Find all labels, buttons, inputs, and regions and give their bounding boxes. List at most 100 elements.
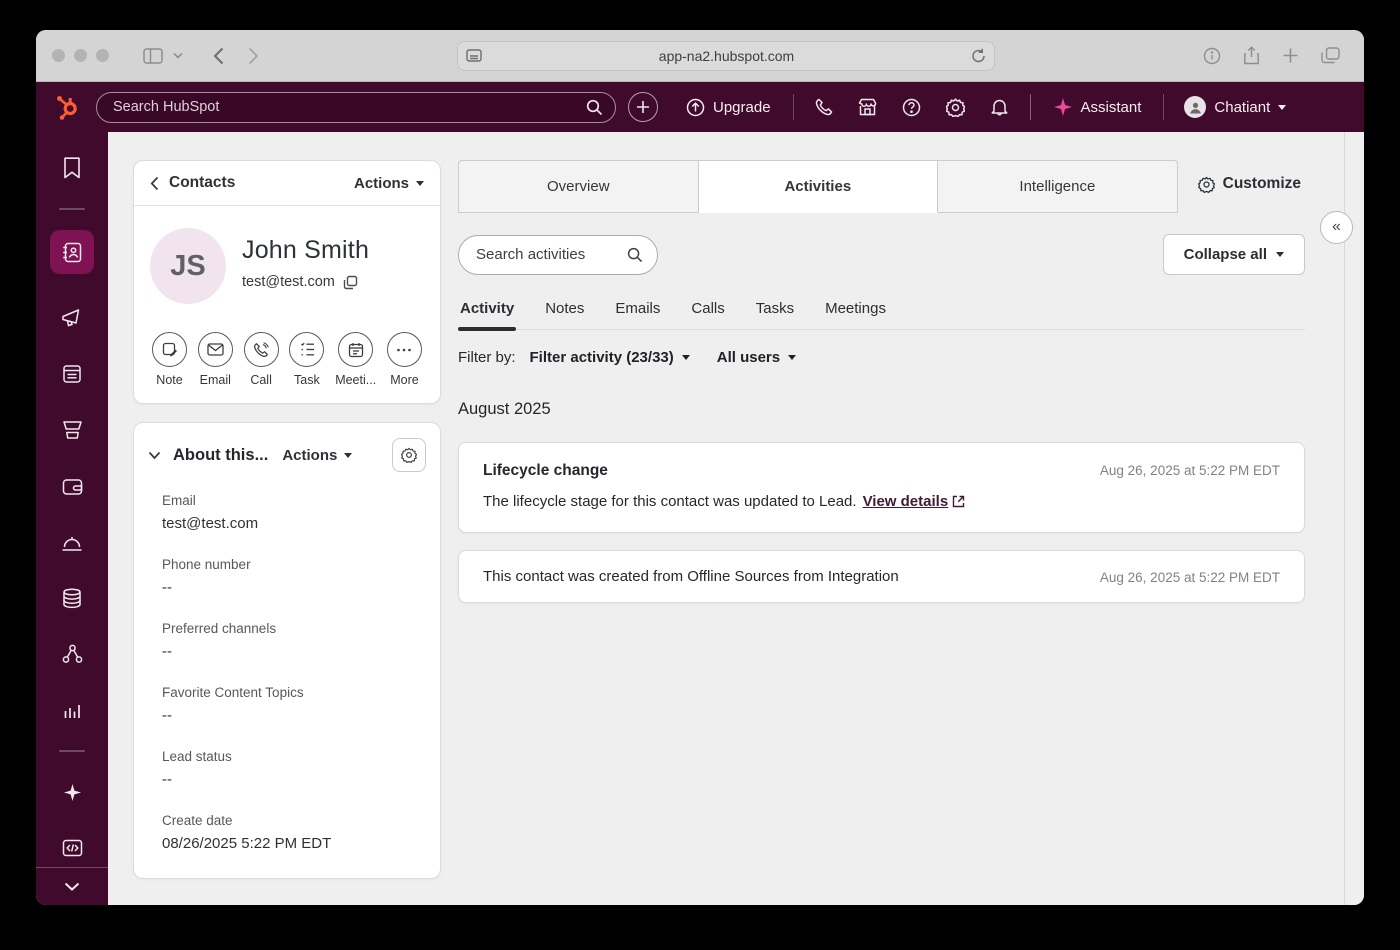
contact-identity: JS John Smith test@test.com <box>134 206 440 308</box>
subtab-activity[interactable]: Activity <box>458 300 517 331</box>
copy-icon <box>343 275 358 289</box>
sidebar-item-developer[interactable] <box>50 828 94 868</box>
phone-icon <box>815 98 832 116</box>
sidebar-item-automation[interactable] <box>50 634 94 674</box>
address-bar[interactable] <box>457 40 995 71</box>
settings-button[interactable] <box>934 87 978 127</box>
subtab-notes[interactable]: Notes <box>543 300 586 329</box>
calling-button[interactable] <box>802 87 846 127</box>
subtab-meetings[interactable]: Meetings <box>823 300 888 329</box>
about-actions-dropdown[interactable]: Actions <box>282 447 353 464</box>
page-content: Contacts Actions JS John Smith test@test… <box>108 132 1364 905</box>
assistant-sparkle-icon <box>1053 98 1072 116</box>
marketplace-button[interactable] <box>846 87 890 127</box>
sidebar-item-breeze-ai[interactable] <box>50 772 94 812</box>
field-value[interactable]: test@test.com <box>162 515 412 532</box>
assistant-button[interactable]: Assistant <box>1039 97 1156 117</box>
filter-activity-dropdown[interactable]: Filter activity (23/33) <box>530 349 690 366</box>
browser-forward-button[interactable] <box>240 47 267 65</box>
meeting-button[interactable]: Meeti... <box>335 332 376 387</box>
filter-users-dropdown[interactable]: All users <box>717 349 797 366</box>
more-actions-button[interactable]: More <box>386 332 422 387</box>
user-account-menu[interactable]: Chatiant <box>1172 96 1292 118</box>
field-value[interactable]: -- <box>162 771 412 788</box>
subtab-calls[interactable]: Calls <box>689 300 726 329</box>
call-button[interactable]: Call <box>243 332 279 387</box>
create-button[interactable] <box>628 92 658 122</box>
sidebar-item-commerce[interactable] <box>50 466 94 506</box>
sparkle-icon <box>63 783 81 801</box>
field-value[interactable]: -- <box>162 643 412 660</box>
back-to-contacts-link[interactable]: Contacts <box>150 174 235 192</box>
close-window-button[interactable] <box>52 49 65 62</box>
record-tabs: Overview Activities Intelligence <box>458 160 1178 213</box>
customize-label: Customize <box>1222 175 1301 192</box>
help-button[interactable] <box>890 87 934 127</box>
zoom-window-button[interactable] <box>96 49 109 62</box>
about-settings-button[interactable] <box>392 438 426 472</box>
task-button[interactable]: Task <box>289 332 325 387</box>
view-details-link[interactable]: View details <box>863 493 966 510</box>
sidebar-expand-button[interactable] <box>36 867 108 905</box>
email-label: Email <box>199 373 231 387</box>
collapse-right-panel-button[interactable]: « <box>1320 211 1353 244</box>
sidebar-item-service[interactable] <box>50 522 94 562</box>
search-activities-input[interactable] <box>476 246 627 263</box>
sidebar-item-sales[interactable] <box>50 410 94 450</box>
url-input[interactable] <box>482 47 971 64</box>
new-tab-button[interactable] <box>1274 47 1307 64</box>
double-chevron-left-icon: « <box>1332 217 1341 235</box>
global-search-input[interactable] <box>113 99 586 115</box>
sidebar-item-bookmarks[interactable] <box>50 148 94 188</box>
copy-email-button[interactable] <box>343 275 358 290</box>
page-info-button[interactable] <box>1195 47 1229 65</box>
subtab-tasks[interactable]: Tasks <box>754 300 796 329</box>
activity-card-created[interactable]: This contact was created from Offline So… <box>458 550 1305 603</box>
subtab-emails[interactable]: Emails <box>613 300 662 329</box>
minimize-window-button[interactable] <box>74 49 87 62</box>
upgrade-button[interactable]: Upgrade <box>672 98 785 117</box>
tab-group-chevron-button[interactable] <box>171 52 191 59</box>
tab-overview-button[interactable] <box>1313 47 1348 64</box>
reload-button[interactable] <box>971 48 986 64</box>
sidebar-item-marketing[interactable] <box>50 298 94 338</box>
search-icon <box>627 247 643 262</box>
field-value[interactable]: -- <box>162 579 412 596</box>
collapse-all-button[interactable]: Collapse all <box>1162 234 1305 275</box>
task-icon <box>300 342 314 356</box>
customize-tabs-button[interactable]: Customize <box>1178 160 1305 193</box>
sidebar-item-crm[interactable] <box>50 230 94 274</box>
browser-back-button[interactable] <box>205 47 232 65</box>
share-icon <box>1244 46 1259 65</box>
sidebar-item-data[interactable] <box>50 578 94 618</box>
plus-icon <box>1283 48 1298 63</box>
collapse-about-button[interactable] <box>148 451 161 460</box>
tabs-icon <box>1321 47 1340 64</box>
tab-intelligence[interactable]: Intelligence <box>938 160 1178 213</box>
global-search[interactable] <box>96 91 616 123</box>
search-activities[interactable] <box>458 234 658 275</box>
app-sidebar <box>36 132 108 905</box>
field-value[interactable]: -- <box>162 707 412 724</box>
sidebar-item-content[interactable] <box>50 354 94 394</box>
activity-card-lifecycle[interactable]: Lifecycle change Aug 26, 2025 at 5:22 PM… <box>458 442 1305 533</box>
tab-activities[interactable]: Activities <box>698 160 939 213</box>
hubspot-logo-icon[interactable] <box>54 94 80 121</box>
field-label: Email <box>162 493 196 508</box>
person-icon <box>1190 102 1201 113</box>
notifications-button[interactable] <box>978 87 1022 127</box>
field-create-date: Create date 08/26/2025 5:22 PM EDT <box>134 798 440 852</box>
share-button[interactable] <box>1235 46 1268 65</box>
contact-actions-dropdown[interactable]: Actions <box>354 175 424 192</box>
tab-overview[interactable]: Overview <box>458 160 699 213</box>
view-details-label: View details <box>862 493 949 510</box>
field-email: Email test@test.com <box>134 478 440 532</box>
field-favorite-content-topics: Favorite Content Topics -- <box>134 670 440 724</box>
sidebar-item-reporting[interactable] <box>50 690 94 730</box>
external-link-icon <box>952 495 965 508</box>
workflow-icon <box>62 644 82 663</box>
note-button[interactable]: Note <box>152 332 187 387</box>
reload-icon <box>972 48 985 62</box>
email-button[interactable]: Email <box>197 332 233 387</box>
sidebar-toggle-button[interactable] <box>135 47 171 64</box>
